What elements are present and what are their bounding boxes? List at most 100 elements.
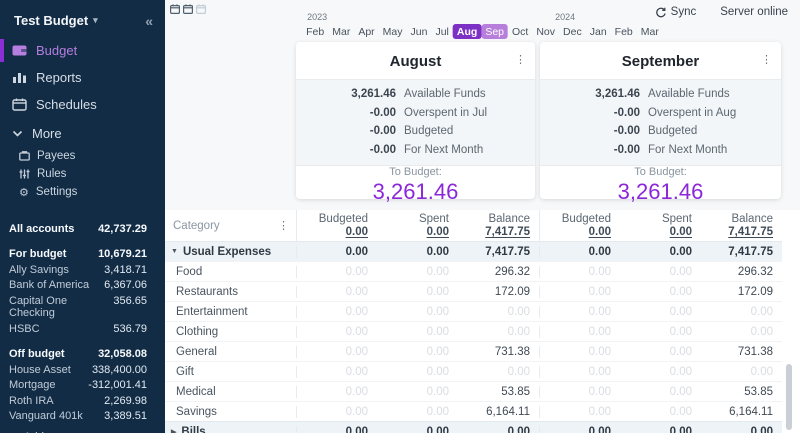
balance-cell[interactable]: 172.09: [458, 286, 539, 298]
spent-cell[interactable]: 0.00: [620, 326, 701, 338]
budgeted-cell[interactable]: 0.00: [539, 406, 620, 418]
balance-cell[interactable]: 0.00: [458, 426, 539, 433]
budgeted-total[interactable]: 0.00: [589, 226, 611, 239]
spent-cell[interactable]: 0.00: [377, 386, 458, 398]
vertical-scrollbar[interactable]: [786, 364, 792, 430]
category-menu-icon[interactable]: ⋮: [278, 219, 289, 232]
sidebar-item-rules[interactable]: Rules: [0, 165, 165, 183]
account-row[interactable]: Capital One Checking 356.65: [0, 293, 165, 321]
budgeted-cell[interactable]: 0.00: [296, 346, 377, 358]
budgeted-cell[interactable]: 0.00: [539, 426, 620, 433]
to-budget-amount[interactable]: 3,261.46: [618, 179, 704, 205]
category-name[interactable]: Entertainment: [165, 306, 296, 318]
month-button-feb2[interactable]: Feb: [611, 24, 637, 39]
budgeted-cell[interactable]: 0.00: [539, 386, 620, 398]
spent-cell[interactable]: 0.00: [377, 306, 458, 318]
sidebar-item-reports[interactable]: Reports: [0, 64, 165, 91]
category-name[interactable]: Restaurants: [165, 286, 296, 298]
balance-total[interactable]: 7,417.75: [485, 226, 530, 239]
spent-cell[interactable]: 0.00: [620, 266, 701, 278]
balance-cell[interactable]: 7,417.75: [458, 246, 539, 258]
category-name[interactable]: Savings: [165, 406, 296, 418]
balance-cell[interactable]: 0.00: [701, 426, 782, 433]
balance-cell[interactable]: 0.00: [458, 326, 539, 338]
spent-total[interactable]: 0.00: [670, 226, 692, 239]
budgeted-cell[interactable]: 0.00: [539, 346, 620, 358]
category-row-clothing[interactable]: Clothing 0.00 0.00 0.00 0.00 0.00 0.00: [165, 321, 782, 341]
balance-cell[interactable]: 0.00: [701, 366, 782, 378]
balance-cell[interactable]: 6,164.11: [701, 406, 782, 418]
spent-cell[interactable]: 0.00: [620, 386, 701, 398]
budgeted-cell[interactable]: 0.00: [296, 426, 377, 433]
budgeted-cell[interactable]: 0.00: [539, 266, 620, 278]
budgeted-cell[interactable]: 0.00: [296, 246, 377, 258]
account-row[interactable]: House Asset 338,400.00: [0, 362, 165, 378]
category-row-medical[interactable]: Medical 0.00 0.00 53.85 0.00 0.00 53.85: [165, 381, 782, 401]
spent-cell[interactable]: 0.00: [620, 306, 701, 318]
off-budget-row[interactable]: Off budget 32,058.08: [0, 347, 165, 363]
balance-cell[interactable]: 296.32: [458, 266, 539, 278]
category-name[interactable]: Medical: [165, 386, 296, 398]
category-row-food[interactable]: Food 0.00 0.00 296.32 0.00 0.00 296.32: [165, 261, 782, 281]
category-row-entertainment[interactable]: Entertainment 0.00 0.00 0.00 0.00 0.00 0…: [165, 301, 782, 321]
add-account-button[interactable]: + Add account: [0, 424, 165, 433]
month-button-mar2[interactable]: Mar: [637, 24, 663, 39]
budgeted-cell[interactable]: 0.00: [296, 386, 377, 398]
month-button-jan[interactable]: Jan: [586, 24, 611, 39]
budgeted-cell[interactable]: 0.00: [296, 306, 377, 318]
two-month-view-icon[interactable]: [183, 4, 193, 14]
to-budget-amount[interactable]: 3,261.46: [373, 179, 459, 205]
category-row-savings[interactable]: Savings 0.00 0.00 6,164.11 0.00 0.00 6,1…: [165, 401, 782, 421]
sidebar-item-payees[interactable]: Payees: [0, 147, 165, 165]
month-button-nov[interactable]: Nov: [532, 24, 559, 39]
account-row[interactable]: Vanguard 401k 3,389.51: [0, 409, 165, 425]
budgeted-cell[interactable]: 0.00: [539, 246, 620, 258]
balance-total[interactable]: 7,417.75: [728, 226, 773, 239]
spent-cell[interactable]: 0.00: [377, 406, 458, 418]
spent-cell[interactable]: 0.00: [620, 406, 701, 418]
balance-cell[interactable]: 7,417.75: [701, 246, 782, 258]
balance-cell[interactable]: 0.00: [458, 366, 539, 378]
spent-cell[interactable]: 0.00: [377, 426, 458, 433]
balance-cell[interactable]: 6,164.11: [458, 406, 539, 418]
category-group-row-bills[interactable]: ▶Bills 0.00 0.00 0.00 0.00 0.00 0.00: [165, 421, 782, 433]
spent-cell[interactable]: 0.00: [377, 266, 458, 278]
server-status[interactable]: Server online: [720, 6, 788, 18]
balance-cell[interactable]: 53.85: [458, 386, 539, 398]
balance-cell[interactable]: 296.32: [701, 266, 782, 278]
month-button-jul[interactable]: Jul: [431, 24, 452, 39]
category-group-row-usual-expenses[interactable]: ▼Usual Expenses 0.00 0.00 7,417.75 0.00 …: [165, 241, 782, 261]
month-button-sep-selected[interactable]: Sep: [481, 24, 508, 39]
balance-cell[interactable]: 731.38: [458, 346, 539, 358]
spent-cell[interactable]: 0.00: [377, 246, 458, 258]
balance-cell[interactable]: 731.38: [701, 346, 782, 358]
balance-cell[interactable]: 0.00: [458, 306, 539, 318]
budgeted-cell[interactable]: 0.00: [296, 366, 377, 378]
three-month-view-icon[interactable]: [196, 4, 206, 14]
category-name[interactable]: Clothing: [165, 326, 296, 338]
sync-button[interactable]: Sync: [655, 6, 697, 18]
balance-cell[interactable]: 0.00: [701, 306, 782, 318]
account-row[interactable]: Ally Savings 3,418.71: [0, 262, 165, 278]
category-row-restaurants[interactable]: Restaurants 0.00 0.00 172.09 0.00 0.00 1…: [165, 281, 782, 301]
for-budget-row[interactable]: For budget 10,679.21: [0, 247, 165, 263]
month-menu-icon[interactable]: ⋮: [515, 53, 526, 66]
account-row[interactable]: Mortgage -312,001.41: [0, 378, 165, 394]
month-button-apr[interactable]: Apr: [354, 24, 378, 39]
spent-cell[interactable]: 0.00: [377, 366, 458, 378]
account-row[interactable]: Bank of America 6,367.06: [0, 278, 165, 294]
month-button-aug-selected[interactable]: Aug: [453, 24, 481, 39]
budgeted-total[interactable]: 0.00: [346, 226, 368, 239]
category-name[interactable]: Food: [165, 266, 296, 278]
spent-cell[interactable]: 0.00: [620, 366, 701, 378]
balance-cell[interactable]: 0.00: [701, 326, 782, 338]
spent-cell[interactable]: 0.00: [620, 346, 701, 358]
spent-cell[interactable]: 0.00: [620, 426, 701, 433]
spent-cell[interactable]: 0.00: [620, 286, 701, 298]
sidebar-item-budget[interactable]: Budget: [0, 37, 165, 64]
category-row-gift[interactable]: Gift 0.00 0.00 0.00 0.00 0.00 0.00: [165, 361, 782, 381]
month-button-dec[interactable]: Dec: [559, 24, 586, 39]
month-button-oct[interactable]: Oct: [508, 24, 532, 39]
sidebar-item-settings[interactable]: ⚙ Settings: [0, 183, 165, 201]
account-row[interactable]: HSBC 536.79: [0, 321, 165, 337]
